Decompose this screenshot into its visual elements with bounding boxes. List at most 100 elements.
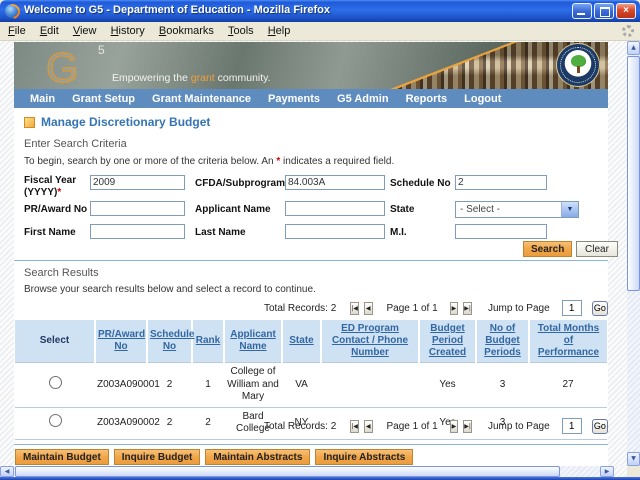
- col-applicant-name[interactable]: Applicant Name: [224, 320, 283, 363]
- close-icon: ×: [623, 5, 629, 16]
- jump-to-page-input[interactable]: [561, 418, 582, 434]
- jump-to-page-input[interactable]: [561, 300, 582, 316]
- first-page-button[interactable]: |◀: [350, 419, 359, 433]
- page-content: Manage Discretionary Budget Enter Search…: [14, 108, 618, 466]
- state-selected-value: - Select -: [460, 204, 501, 215]
- inquire-abstracts-button[interactable]: Inquire Abstracts: [315, 449, 414, 465]
- banner-tagline: Empowering the grant community.: [112, 72, 271, 84]
- maintain-abstracts-button[interactable]: Maintain Abstracts: [205, 449, 311, 465]
- pagination-bottom: Total Records: 2 |◀ ◀ Page 1 of 1 ▶ ▶| J…: [14, 418, 608, 434]
- main-nav: Main Grant Setup Grant Maintenance Payme…: [14, 89, 608, 108]
- page-indicator: Page 1 of 1: [386, 302, 438, 314]
- jump-to-page-label: Jump to Page: [487, 420, 550, 432]
- scroll-left-icon[interactable]: ◀: [0, 466, 14, 477]
- nav-grant-maintenance[interactable]: Grant Maintenance: [152, 93, 251, 105]
- first-page-button[interactable]: |◀: [350, 301, 359, 315]
- g5-logo-5: 5: [98, 43, 105, 57]
- page-title: Manage Discretionary Budget: [24, 115, 210, 129]
- fiscal-year-input[interactable]: [90, 175, 185, 190]
- schedule-no-input[interactable]: [455, 175, 547, 190]
- prev-page-button[interactable]: ◀: [363, 301, 373, 315]
- first-page-icon: |◀: [351, 422, 358, 430]
- next-page-button[interactable]: ▶: [449, 301, 459, 315]
- cell-budget-created: Yes: [419, 362, 476, 407]
- mi-input[interactable]: [455, 224, 547, 239]
- nav-grant-setup[interactable]: Grant Setup: [72, 93, 135, 105]
- ed-seal: [556, 43, 600, 87]
- schedule-no-label: Schedule No: [390, 178, 451, 189]
- state-select[interactable]: - Select - ▼: [455, 201, 579, 218]
- first-name-input[interactable]: [90, 224, 185, 239]
- restore-icon: [600, 7, 610, 17]
- maintain-budget-button[interactable]: Maintain Budget: [15, 449, 109, 465]
- go-button[interactable]: Go: [591, 418, 608, 434]
- last-name-label: Last Name: [195, 227, 246, 238]
- scroll-down-icon[interactable]: ▼: [627, 452, 640, 466]
- inquire-budget-button[interactable]: Inquire Budget: [113, 449, 201, 465]
- bullet-square-icon: [24, 116, 35, 128]
- first-name-label: First Name: [24, 227, 76, 238]
- select-radio[interactable]: [48, 376, 62, 389]
- col-ed-contact[interactable]: ED Program Contact / Phone Number: [321, 320, 420, 363]
- pr-award-no-input[interactable]: [90, 201, 185, 216]
- menu-edit[interactable]: Edit: [40, 25, 59, 37]
- col-budget-period-created[interactable]: Budget Period Created: [419, 320, 477, 363]
- nav-logout[interactable]: Logout: [464, 93, 501, 105]
- menu-bookmarks[interactable]: Bookmarks: [159, 25, 214, 37]
- table-row: Z003A090001 2 1 College of William and M…: [15, 362, 607, 407]
- nav-main[interactable]: Main: [30, 93, 55, 105]
- clear-button[interactable]: Clear: [576, 241, 618, 257]
- search-button[interactable]: Search: [523, 241, 573, 257]
- cell-budget-periods: 3: [476, 362, 529, 407]
- next-page-icon: ▶: [451, 304, 457, 312]
- menu-help[interactable]: Help: [268, 25, 291, 37]
- section-divider: [14, 260, 608, 261]
- col-state[interactable]: State: [282, 320, 322, 363]
- firefox-icon: [5, 4, 19, 18]
- scroll-up-icon[interactable]: ▲: [627, 41, 640, 55]
- horizontal-scrollbar[interactable]: ◀ ▶: [0, 466, 614, 477]
- menu-view[interactable]: View: [73, 25, 97, 37]
- go-button[interactable]: Go: [591, 300, 608, 316]
- browser-window: Welcome to G5 - Department of Education …: [0, 0, 640, 480]
- next-page-button[interactable]: ▶: [449, 419, 459, 433]
- search-criteria-heading: Enter Search Criteria: [24, 138, 127, 150]
- prev-page-button[interactable]: ◀: [363, 419, 373, 433]
- horizontal-scroll-thumb[interactable]: [15, 466, 560, 477]
- col-rank[interactable]: Rank: [192, 320, 225, 363]
- scroll-right-icon[interactable]: ▶: [600, 466, 614, 477]
- actions-divider: [14, 444, 608, 445]
- applicant-name-input[interactable]: [285, 201, 385, 216]
- minimize-button[interactable]: [572, 3, 592, 19]
- nav-g5-admin[interactable]: G5 Admin: [337, 93, 389, 105]
- nav-payments[interactable]: Payments: [268, 93, 320, 105]
- search-instructions: To begin, search by one or more of the c…: [24, 156, 395, 167]
- prev-page-icon: ◀: [365, 304, 371, 312]
- menu-history[interactable]: History: [111, 25, 145, 37]
- last-page-icon: ▶|: [464, 304, 471, 312]
- action-buttons: Maintain Budget Inquire Budget Maintain …: [15, 449, 414, 465]
- g5-logo: G: [45, 44, 79, 88]
- nav-reports[interactable]: Reports: [406, 93, 448, 105]
- cell-pr-award: Z003A090001: [95, 362, 160, 407]
- scrollbar-corner: [614, 466, 627, 477]
- close-button[interactable]: ×: [616, 3, 636, 19]
- cell-rank: 1: [192, 362, 224, 407]
- vertical-scrollbar[interactable]: ▲ ▼: [627, 41, 640, 466]
- col-total-months[interactable]: Total Months of Performance: [529, 320, 607, 363]
- svg-text:G: G: [46, 44, 79, 88]
- last-page-button[interactable]: ▶|: [463, 419, 472, 433]
- applicant-name-label: Applicant Name: [195, 204, 271, 215]
- col-pr-award[interactable]: PR/Award No: [95, 320, 148, 363]
- chevron-down-icon[interactable]: ▼: [561, 202, 578, 217]
- cfda-subprogram-input[interactable]: [285, 175, 385, 190]
- col-no-budget-periods[interactable]: No of Budget Periods: [476, 320, 530, 363]
- last-page-button[interactable]: ▶|: [463, 301, 472, 315]
- last-name-input[interactable]: [285, 224, 385, 239]
- col-schedule-no[interactable]: Schedule No: [147, 320, 194, 363]
- menu-file[interactable]: File: [8, 25, 26, 37]
- menu-tools[interactable]: Tools: [228, 25, 254, 37]
- vertical-scroll-thumb[interactable]: [627, 56, 640, 291]
- restore-button[interactable]: [594, 3, 614, 19]
- fiscal-year-required-star: *: [57, 186, 62, 198]
